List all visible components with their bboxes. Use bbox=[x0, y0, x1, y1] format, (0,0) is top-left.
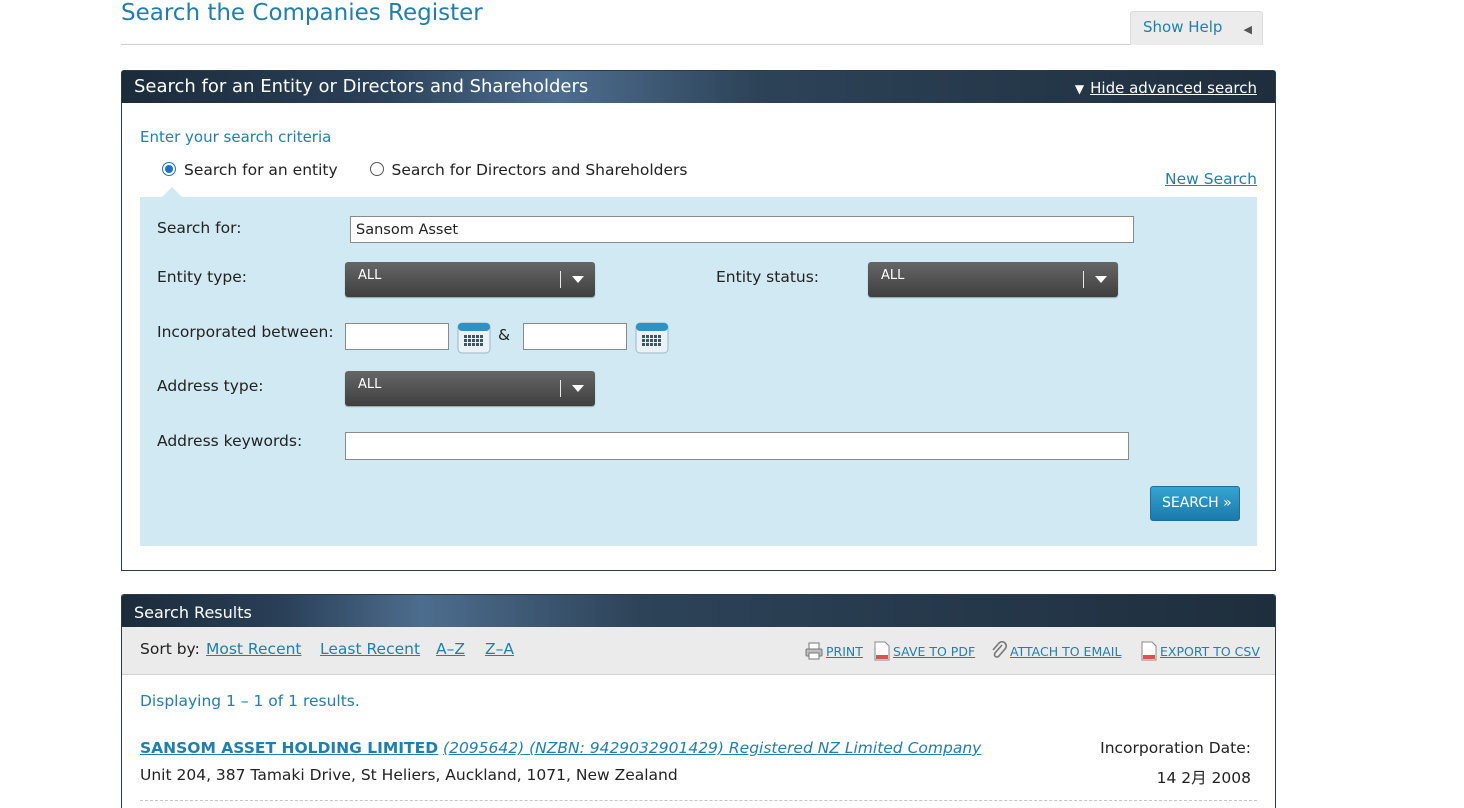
search-button[interactable]: SEARCH » bbox=[1150, 486, 1240, 521]
result-address: Unit 204, 387 Tamaki Drive, St Heliers, … bbox=[140, 766, 678, 784]
radio-entity-circle[interactable] bbox=[162, 162, 176, 176]
page-title: Search the Companies Register bbox=[121, 0, 483, 26]
result-meta-link[interactable]: (2095642) (NZBN: 9429032901429) Register… bbox=[443, 739, 981, 757]
incorporated-to-input[interactable] bbox=[523, 323, 627, 350]
search-panel-heading: Search for an Entity or Directors and Sh… bbox=[134, 76, 589, 97]
radio-directors-label[interactable]: Search for Directors and Shareholders bbox=[392, 161, 688, 179]
sort-label: Sort by: bbox=[140, 640, 200, 658]
save-to-pdf-label: SAVE TO PDF bbox=[893, 644, 976, 659]
hide-advanced-search-link[interactable]: ▼ Hide advanced search bbox=[1075, 79, 1257, 97]
select-separator bbox=[560, 380, 561, 397]
new-search-link[interactable]: New Search bbox=[1165, 170, 1257, 188]
chevron-down-icon bbox=[572, 276, 584, 283]
incorporated-from-input[interactable] bbox=[345, 323, 449, 350]
sort-a-z[interactable]: A–Z bbox=[436, 640, 465, 658]
sort-least-recent[interactable]: Least Recent bbox=[320, 640, 420, 658]
pdf-icon bbox=[873, 641, 893, 661]
print-link[interactable]: PRINT bbox=[804, 641, 863, 661]
select-separator bbox=[560, 271, 561, 288]
show-help-label: Show Help bbox=[1143, 18, 1223, 36]
search-form-area bbox=[140, 197, 1257, 546]
printer-icon bbox=[804, 642, 826, 660]
triangle-down-icon: ▼ bbox=[1074, 82, 1085, 96]
ampersand: & bbox=[498, 326, 511, 344]
search-for-input[interactable] bbox=[350, 216, 1134, 243]
address-type-value: ALL bbox=[358, 377, 382, 392]
sort-most-recent[interactable]: Most Recent bbox=[206, 640, 302, 658]
radio-entity[interactable]: Search for an entity bbox=[162, 161, 338, 179]
incorporation-date-label: Incorporation Date: bbox=[1100, 739, 1251, 757]
attach-to-email-label: ATTACH TO EMAIL bbox=[1010, 644, 1122, 659]
sort-z-a[interactable]: Z–A bbox=[485, 640, 514, 658]
csv-icon bbox=[1140, 641, 1160, 661]
chevron-down-icon bbox=[572, 385, 584, 392]
tab-pointer bbox=[162, 187, 182, 197]
attach-to-email-link[interactable]: ATTACH TO EMAIL bbox=[990, 640, 1122, 661]
search-for-label: Search for: bbox=[157, 219, 242, 237]
criteria-label: Enter your search criteria bbox=[140, 128, 332, 146]
radio-entity-label[interactable]: Search for an entity bbox=[184, 161, 338, 179]
entity-status-select[interactable]: ALL bbox=[868, 262, 1118, 297]
calendar-icon[interactable] bbox=[457, 322, 491, 354]
calendar-icon[interactable] bbox=[635, 322, 669, 354]
title-divider bbox=[121, 44, 1263, 45]
radio-directors-circle[interactable] bbox=[369, 162, 384, 176]
print-label: PRINT bbox=[826, 644, 863, 659]
entity-status-label: Entity status: bbox=[716, 268, 820, 286]
result-title: SANSOM ASSET HOLDING LIMITED (2095642) (… bbox=[140, 739, 981, 757]
search-mode-radios: Search for an entity Search for Director… bbox=[162, 161, 688, 179]
address-type-select[interactable]: ALL bbox=[345, 371, 595, 406]
entity-type-label: Entity type: bbox=[157, 268, 248, 286]
result-divider bbox=[140, 800, 1257, 801]
search-panel-header: Search for an Entity or Directors and Sh… bbox=[122, 71, 1275, 103]
select-separator bbox=[1083, 271, 1084, 288]
paperclip-icon bbox=[990, 640, 1010, 659]
triangle-left-icon: ◀ bbox=[1243, 23, 1252, 36]
save-to-pdf-link[interactable]: SAVE TO PDF bbox=[873, 641, 975, 661]
sort-toolbar: Sort by: Most Recent Least Recent A–Z Z–… bbox=[122, 627, 1275, 675]
incorporation-date-value: 14 2月 2008 bbox=[1156, 769, 1251, 787]
results-count: Displaying 1 – 1 of 1 results. bbox=[140, 692, 360, 710]
entity-type-value: ALL bbox=[358, 268, 382, 283]
chevron-down-icon bbox=[1095, 276, 1107, 283]
entity-type-select[interactable]: ALL bbox=[345, 262, 595, 297]
show-help-button[interactable]: Show Help ◀ bbox=[1130, 11, 1263, 45]
incorporated-between-label: Incorporated between: bbox=[157, 323, 334, 341]
radio-directors[interactable]: Search for Directors and Shareholders bbox=[369, 161, 688, 179]
entity-status-value: ALL bbox=[881, 268, 905, 283]
results-header: Search Results bbox=[122, 595, 1275, 627]
address-keywords-label: Address keywords: bbox=[157, 432, 303, 450]
result-name-link[interactable]: SANSOM ASSET HOLDING LIMITED bbox=[140, 739, 438, 757]
export-to-csv-link[interactable]: EXPORT TO CSV bbox=[1140, 641, 1260, 661]
address-keywords-input[interactable] bbox=[345, 432, 1129, 460]
hide-advanced-search-label: Hide advanced search bbox=[1090, 79, 1257, 97]
export-to-csv-label: EXPORT TO CSV bbox=[1160, 644, 1260, 659]
address-type-label: Address type: bbox=[157, 377, 264, 395]
